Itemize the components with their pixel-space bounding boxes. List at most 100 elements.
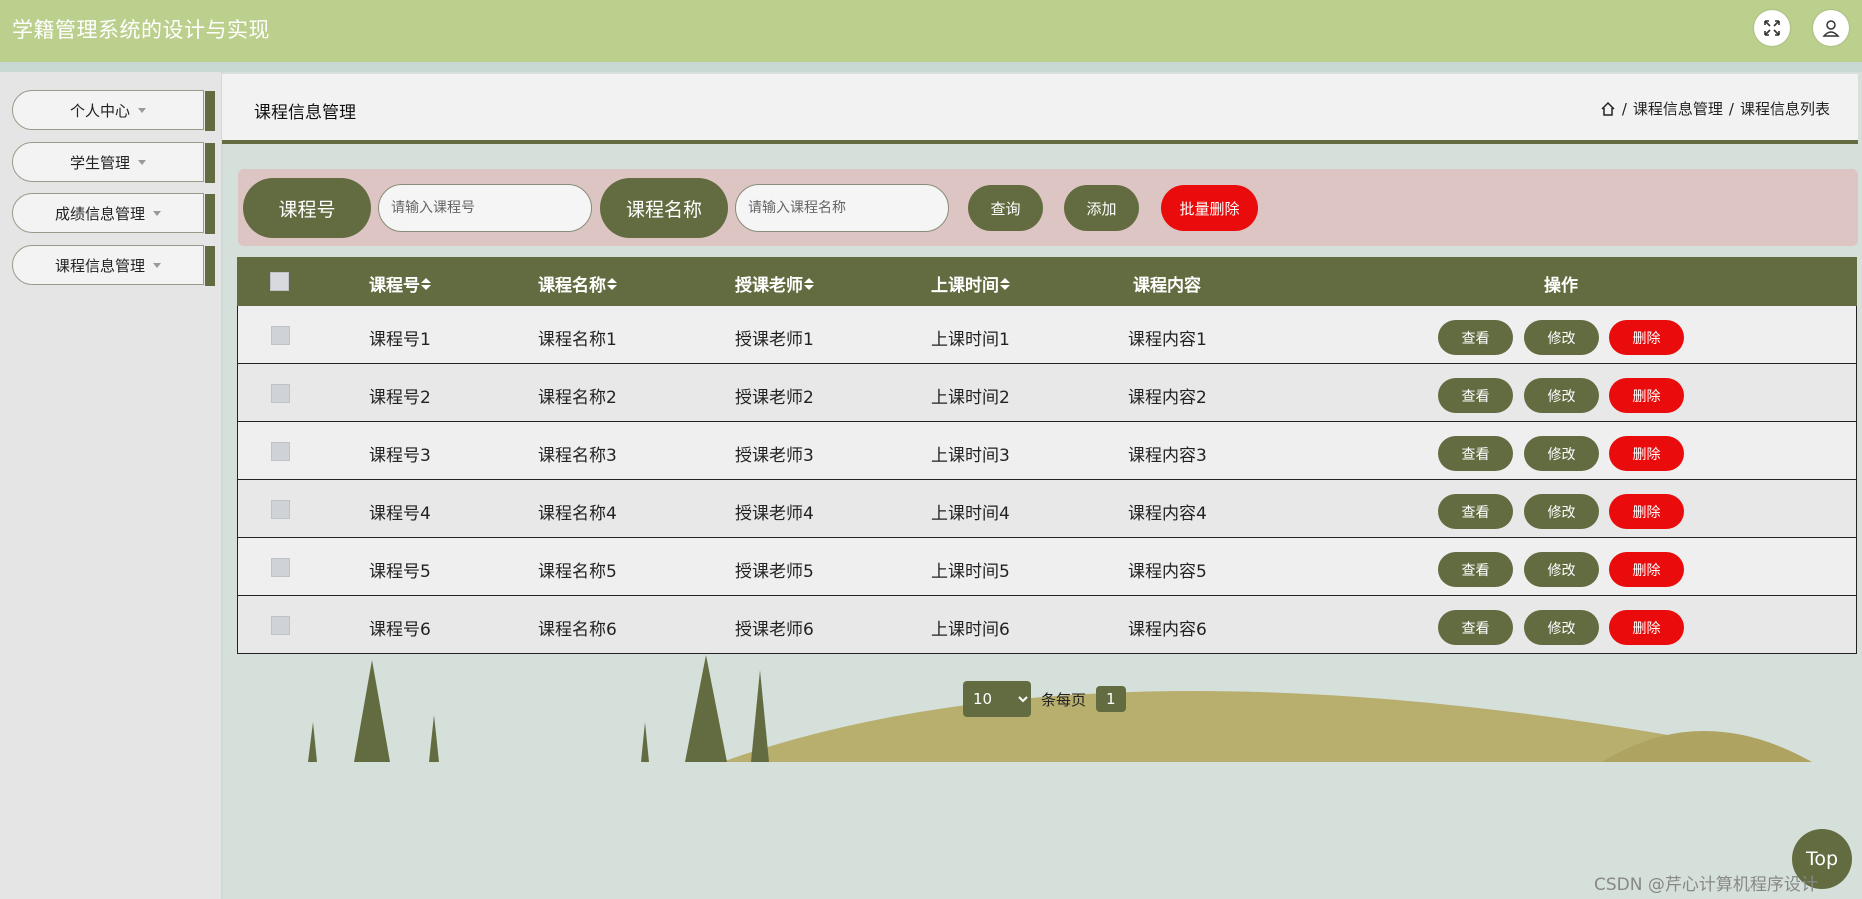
column-header-label: 授课老师 — [735, 276, 803, 296]
view-button[interactable]: 查看 — [1438, 320, 1513, 355]
cell-teacher: 授课老师3 — [735, 446, 814, 466]
page-size-select[interactable]: 10 — [963, 681, 1031, 717]
delete-button[interactable]: 删除 — [1609, 610, 1684, 645]
caret-down-icon — [153, 210, 161, 216]
view-button[interactable]: 查看 — [1438, 610, 1513, 645]
edit-button[interactable]: 修改 — [1524, 320, 1599, 355]
column-header-label: 操作 — [1544, 276, 1578, 296]
batch-delete-button[interactable]: 批量删除 — [1161, 185, 1258, 231]
sidebar-item-label: 成绩信息管理 — [54, 204, 145, 223]
view-button[interactable]: 查看 — [1438, 378, 1513, 413]
cell-teacher: 授课老师5 — [735, 562, 814, 582]
breadcrumb-item-current: 课程信息列表 — [1739, 100, 1830, 118]
column-header-course-name[interactable]: 课程名称 — [538, 271, 617, 296]
cell-course-name: 课程名称5 — [538, 562, 617, 582]
column-header-teacher[interactable]: 授课老师 — [735, 271, 814, 296]
fullscreen-icon — [1764, 20, 1780, 36]
cell-course-name: 课程名称1 — [538, 330, 617, 350]
delete-button[interactable]: 删除 — [1609, 552, 1684, 587]
cell-time: 上课时间2 — [931, 388, 1010, 408]
course-name-input[interactable] — [735, 184, 949, 232]
table-row: 课程号6 课程名称6 授课老师6 上课时间6 课程内容6 查看 修改 删除 — [237, 596, 1857, 654]
home-icon[interactable] — [1600, 101, 1616, 117]
select-all-checkbox[interactable] — [270, 272, 289, 291]
page-number-current[interactable]: 1 — [1096, 686, 1126, 712]
cell-time: 上课时间6 — [931, 620, 1010, 640]
sidebar-item-label: 个人中心 — [69, 101, 130, 120]
edit-button[interactable]: 修改 — [1524, 378, 1599, 413]
sidebar: 个人中心 学生管理 成绩信息管理 课程信息管理 — [0, 72, 223, 899]
row-checkbox[interactable] — [271, 442, 290, 461]
cell-teacher: 授课老师1 — [735, 330, 814, 350]
edit-button[interactable]: 修改 — [1524, 610, 1599, 645]
sort-icon[interactable] — [607, 277, 617, 290]
table-header: 课程号 课程名称 授课老师 上课时间 课程内容 操作 — [237, 257, 1857, 306]
add-button[interactable]: 添加 — [1064, 185, 1139, 231]
cell-content: 课程内容6 — [1128, 620, 1207, 640]
cell-course-no: 课程号1 — [369, 330, 431, 350]
row-checkbox[interactable] — [271, 500, 290, 519]
caret-down-icon — [153, 262, 161, 268]
row-checkbox[interactable] — [271, 384, 290, 403]
sidebar-item-marker — [205, 194, 215, 234]
table-row: 课程号5 课程名称5 授课老师5 上课时间5 课程内容5 查看 修改 删除 — [237, 538, 1857, 596]
column-header-content: 课程内容 — [1133, 271, 1201, 296]
edit-button[interactable]: 修改 — [1524, 436, 1599, 471]
row-checkbox[interactable] — [271, 558, 290, 577]
breadcrumb-item[interactable]: 课程信息管理 — [1633, 98, 1723, 119]
view-button[interactable]: 查看 — [1438, 436, 1513, 471]
column-header-label: 课程号 — [369, 276, 420, 296]
caret-down-icon — [138, 159, 146, 165]
sidebar-item-personal-center[interactable]: 个人中心 — [12, 90, 215, 131]
breadcrumb: / 课程信息管理 / 课程信息列表 — [1600, 98, 1830, 119]
cell-teacher: 授课老师6 — [735, 620, 814, 640]
table-row: 课程号2 课程名称2 授课老师2 上课时间2 课程内容2 查看 修改 删除 — [237, 364, 1857, 422]
delete-button[interactable]: 删除 — [1609, 378, 1684, 413]
edit-button[interactable]: 修改 — [1524, 494, 1599, 529]
cell-course-no: 课程号6 — [369, 620, 431, 640]
delete-button[interactable]: 删除 — [1609, 320, 1684, 355]
edit-button[interactable]: 修改 — [1524, 552, 1599, 587]
course-no-input[interactable] — [378, 184, 592, 232]
table-row: 课程号4 课程名称4 授课老师4 上课时间4 课程内容4 查看 修改 删除 — [237, 480, 1857, 538]
cell-time: 上课时间5 — [931, 562, 1010, 582]
query-button[interactable]: 查询 — [968, 185, 1043, 231]
cell-time: 上课时间3 — [931, 446, 1010, 466]
cell-teacher: 授课老师2 — [735, 388, 814, 408]
column-header-time[interactable]: 上课时间 — [931, 271, 1010, 296]
user-button[interactable] — [1813, 10, 1849, 46]
cell-course-name: 课程名称6 — [538, 620, 617, 640]
column-header-course-no[interactable]: 课程号 — [369, 271, 431, 296]
row-checkbox[interactable] — [271, 326, 290, 345]
cell-course-no: 课程号3 — [369, 446, 431, 466]
course-name-label: 课程名称 — [600, 178, 728, 238]
delete-button[interactable]: 删除 — [1609, 494, 1684, 529]
sidebar-item-label: 学生管理 — [69, 153, 130, 172]
sidebar-item-marker — [205, 143, 215, 183]
row-checkbox[interactable] — [271, 616, 290, 635]
cell-course-no: 课程号2 — [369, 388, 431, 408]
cell-time: 上课时间4 — [931, 504, 1010, 524]
cell-content: 课程内容1 — [1128, 330, 1207, 350]
delete-button[interactable]: 删除 — [1609, 436, 1684, 471]
sort-icon[interactable] — [1000, 277, 1010, 290]
sort-icon[interactable] — [804, 277, 814, 290]
sidebar-item-score-management[interactable]: 成绩信息管理 — [12, 193, 215, 234]
cell-content: 课程内容4 — [1128, 504, 1207, 524]
breadcrumb-separator: / — [1621, 99, 1627, 118]
page-title: 课程信息管理 — [254, 103, 356, 123]
sort-icon[interactable] — [421, 277, 431, 290]
fullscreen-button[interactable] — [1754, 10, 1790, 46]
cell-course-name: 课程名称4 — [538, 504, 617, 524]
table-row: 课程号3 课程名称3 授课老师3 上课时间3 课程内容3 查看 修改 删除 — [237, 422, 1857, 480]
top-header: 学籍管理系统的设计与实现 — [0, 0, 1862, 62]
per-page-label: 条每页 — [1041, 690, 1087, 709]
header-strip — [0, 62, 1862, 72]
column-header-label: 上课时间 — [931, 276, 999, 296]
cell-content: 课程内容5 — [1128, 562, 1207, 582]
sidebar-item-student-management[interactable]: 学生管理 — [12, 142, 215, 183]
view-button[interactable]: 查看 — [1438, 494, 1513, 529]
view-button[interactable]: 查看 — [1438, 552, 1513, 587]
app-title: 学籍管理系统的设计与实现 — [12, 18, 270, 42]
sidebar-item-course-management[interactable]: 课程信息管理 — [12, 245, 215, 286]
